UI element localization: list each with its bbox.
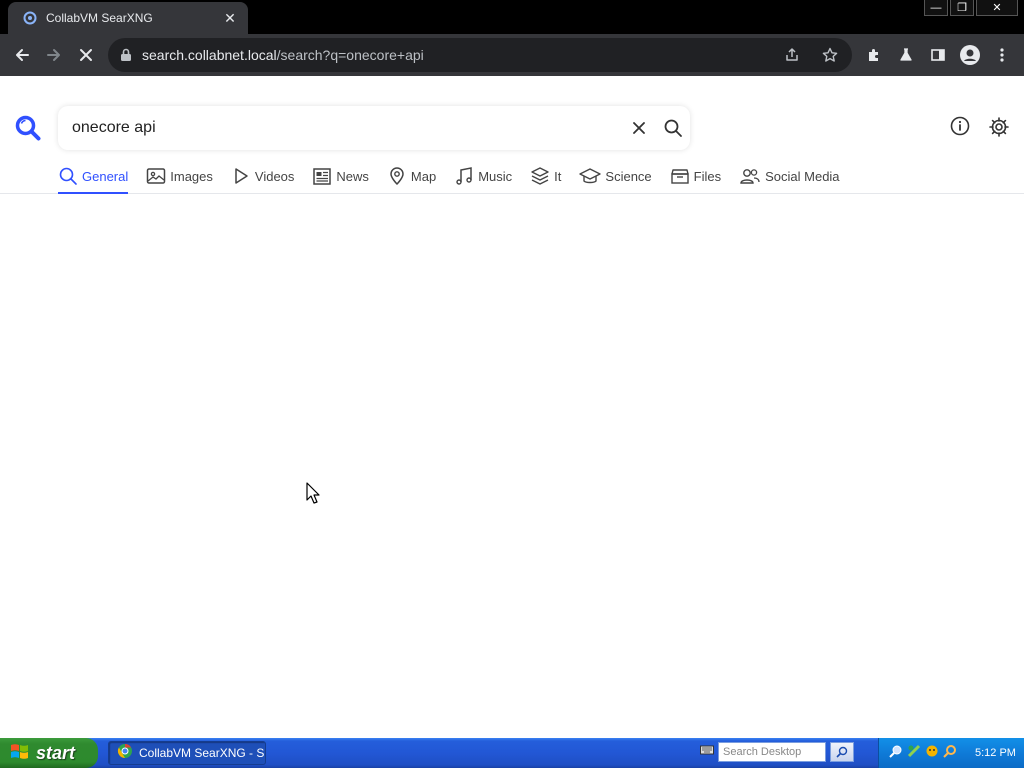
browser-extensions-area bbox=[858, 39, 1018, 71]
system-tray: 5:12 PM bbox=[878, 738, 1024, 768]
tab-science[interactable]: Science bbox=[579, 166, 669, 194]
tab-news[interactable]: News bbox=[312, 166, 387, 194]
restore-button[interactable]: ❐ bbox=[950, 0, 974, 16]
tab-label: Music bbox=[478, 169, 513, 184]
keyboard-icon bbox=[700, 743, 714, 761]
graduation-cap-icon bbox=[579, 166, 602, 189]
mouse-cursor-icon bbox=[306, 482, 320, 509]
close-window-button[interactable]: ✕ bbox=[976, 0, 1018, 16]
back-arrow-icon[interactable] bbox=[6, 39, 38, 71]
image-icon bbox=[146, 166, 166, 189]
desktop-search-input[interactable]: Search Desktop bbox=[718, 742, 826, 762]
desktop-screen: CollabVM SearXNG ✕ — ❐ ✕ search.collabne… bbox=[0, 0, 1024, 768]
extensions-puzzle-icon[interactable] bbox=[858, 39, 890, 71]
kebab-menu-icon[interactable] bbox=[986, 39, 1018, 71]
clear-search-icon[interactable] bbox=[622, 111, 656, 145]
start-label: start bbox=[36, 742, 76, 763]
lock-icon[interactable] bbox=[120, 48, 132, 62]
category-tabs: General Images Videos News Map Music It … bbox=[58, 166, 858, 194]
search-submit-icon[interactable] bbox=[656, 111, 690, 145]
desktop-search: Search Desktop bbox=[700, 742, 854, 762]
labs-flask-icon[interactable] bbox=[890, 39, 922, 71]
newspaper-icon bbox=[312, 166, 332, 189]
tab-close-icon[interactable]: ✕ bbox=[222, 10, 238, 26]
desktop-search-go-icon[interactable] bbox=[830, 742, 854, 762]
side-panel-icon[interactable] bbox=[922, 39, 954, 71]
tab-label: Videos bbox=[254, 169, 295, 184]
searxng-logo-search-icon[interactable] bbox=[14, 114, 42, 147]
windows-taskbar: start CollabVM SearXNG - S... Search Des… bbox=[0, 738, 1024, 768]
tray-search-icon[interactable] bbox=[889, 744, 903, 763]
chrome-icon bbox=[117, 743, 133, 764]
url-path: /search?q=onecore+api bbox=[276, 47, 424, 63]
header-actions bbox=[950, 116, 1010, 143]
tray-find-icon[interactable] bbox=[943, 744, 957, 763]
tab-label: Images bbox=[170, 169, 213, 184]
tray-network-icon[interactable] bbox=[907, 744, 921, 763]
tab-title: CollabVM SearXNG bbox=[46, 11, 153, 25]
browser-toolbar: search.collabnet.local/search?q=onecore+… bbox=[0, 34, 1024, 76]
tab-label: General bbox=[82, 169, 129, 184]
windows-flag-icon bbox=[10, 742, 30, 765]
taskbar-clock: 5:12 PM bbox=[975, 747, 1016, 759]
window-controls: — ❐ ✕ bbox=[924, 0, 1018, 18]
minimize-button[interactable]: — bbox=[924, 0, 948, 16]
share-icon[interactable] bbox=[776, 39, 808, 71]
tab-label: News bbox=[336, 169, 369, 184]
tab-general[interactable]: General bbox=[58, 166, 146, 194]
stop-loading-icon[interactable] bbox=[70, 39, 102, 71]
url-host: search.collabnet.local bbox=[142, 47, 277, 63]
browser-title-bar: CollabVM SearXNG ✕ — ❐ ✕ bbox=[0, 0, 1024, 34]
tab-videos[interactable]: Videos bbox=[231, 166, 313, 194]
searxng-favicon-icon bbox=[22, 10, 38, 26]
url-text: search.collabnet.local/search?q=onecore+… bbox=[142, 47, 776, 63]
taskbar-window-button[interactable]: CollabVM SearXNG - S... bbox=[108, 741, 266, 765]
browser-tab[interactable]: CollabVM SearXNG ✕ bbox=[8, 2, 248, 34]
play-icon bbox=[231, 166, 251, 189]
music-note-icon bbox=[454, 166, 474, 189]
search-header: General Images Videos News Map bbox=[0, 76, 1024, 194]
tab-label: Files bbox=[693, 169, 722, 184]
tab-music[interactable]: Music bbox=[454, 166, 530, 194]
bookmark-star-icon[interactable] bbox=[814, 39, 846, 71]
tab-it[interactable]: It bbox=[530, 166, 579, 194]
tab-social-media[interactable]: Social Media bbox=[739, 166, 857, 194]
start-button[interactable]: start bbox=[0, 738, 98, 768]
profile-avatar-icon[interactable] bbox=[954, 39, 986, 71]
tab-map[interactable]: Map bbox=[387, 166, 454, 194]
tab-images[interactable]: Images bbox=[146, 166, 231, 194]
about-info-icon[interactable] bbox=[950, 116, 970, 143]
searxng-page: General Images Videos News Map bbox=[0, 76, 1024, 738]
people-icon bbox=[739, 166, 761, 189]
layers-icon bbox=[530, 166, 550, 189]
tab-label: Map bbox=[410, 169, 437, 184]
search-box bbox=[58, 106, 690, 150]
forward-arrow-icon[interactable] bbox=[38, 39, 70, 71]
tab-label: It bbox=[554, 169, 562, 184]
map-pin-icon bbox=[387, 166, 407, 189]
taskbar-window-label: CollabVM SearXNG - S... bbox=[139, 746, 265, 760]
tab-files[interactable]: Files bbox=[670, 166, 739, 194]
tray-messenger-icon[interactable] bbox=[925, 744, 939, 763]
magnifier-icon bbox=[58, 166, 78, 189]
archive-icon bbox=[670, 166, 690, 189]
preferences-gear-icon[interactable] bbox=[988, 116, 1010, 143]
tab-label: Social Media bbox=[765, 169, 840, 184]
tab-label: Science bbox=[605, 169, 652, 184]
address-bar[interactable]: search.collabnet.local/search?q=onecore+… bbox=[108, 38, 852, 72]
search-input[interactable] bbox=[72, 119, 612, 137]
